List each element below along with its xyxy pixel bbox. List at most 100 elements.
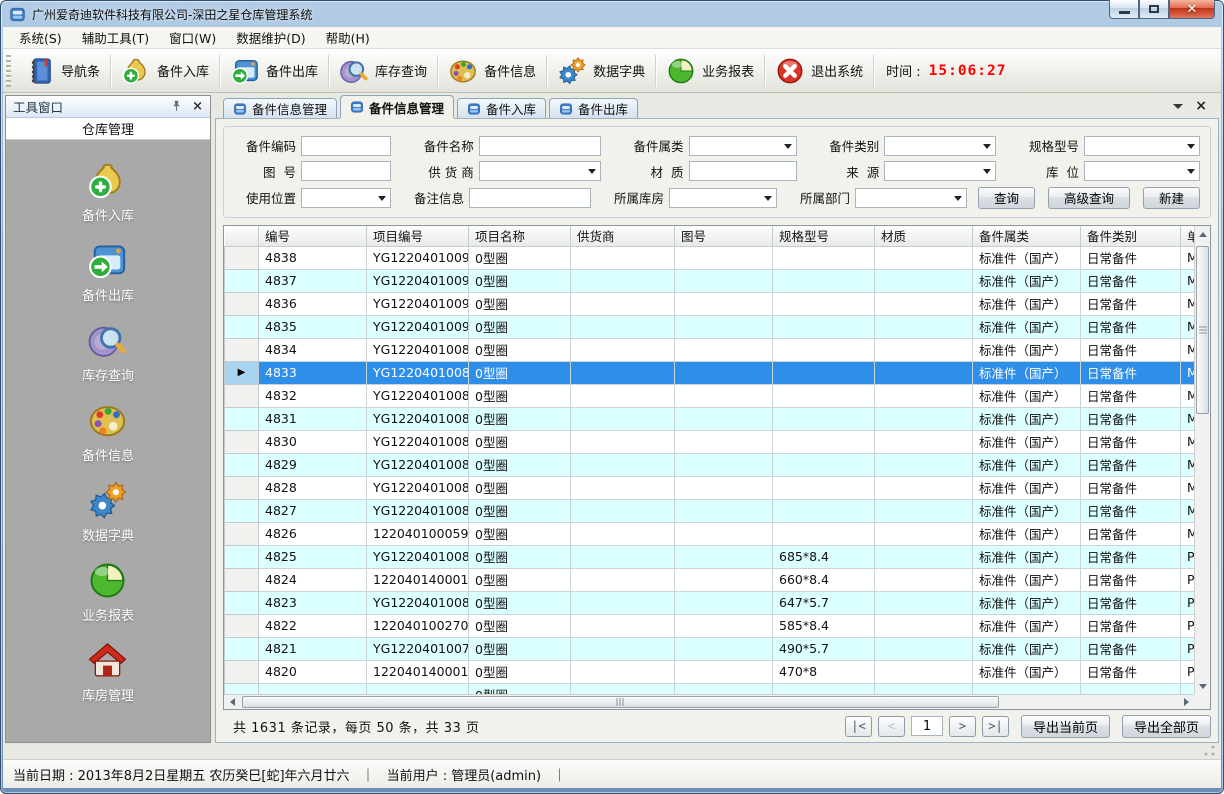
table-row[interactable]: 4837YG122040100920型圈标准件（国产）日常备件M [225,269,1195,292]
table-row[interactable]: 4825YG122040100810型圈685*8.4标准件（国产）日常备件PC [225,545,1195,568]
department-select[interactable] [855,188,967,208]
query-button[interactable]: 查询 [978,187,1035,209]
sidebar-item-parts-info[interactable]: 备件信息 [82,400,134,464]
row-selector-cell[interactable] [225,545,259,568]
row-selector-cell[interactable] [225,568,259,591]
toolbar-button-parts-info[interactable]: 备件信息 [438,52,546,90]
prev-page-button[interactable]: < [878,716,905,737]
menu-item-window[interactable]: 窗口(W) [159,26,226,49]
row-selector-cell[interactable] [225,522,259,545]
table-row[interactable]: 4827YG122040100820型圈标准件（国产）日常备件M [225,499,1195,522]
usage-position-select[interactable] [301,188,391,208]
menu-item-data-maintenance[interactable]: 数据维护(D) [226,26,315,49]
table-row[interactable]: ▶4833YG122040100880型圈标准件（国产）日常备件M [225,361,1195,384]
scroll-left-arrow[interactable] [224,695,240,709]
toolbar-button-parts-out[interactable]: 备件出库 [220,52,328,90]
sidebar-item-data-dict[interactable]: 数据字典 [82,480,134,544]
next-page-button[interactable]: > [949,716,976,737]
row-selector-cell[interactable] [225,384,259,407]
menu-item-system[interactable]: 系统(S) [9,26,72,49]
table-row[interactable]: 4834YG122040100890型圈标准件（国产）日常备件M [225,338,1195,361]
sidebar-item-parts-in[interactable]: 备件入库 [82,160,134,224]
row-selector-cell[interactable] [225,683,259,694]
toolbar-button-report[interactable]: 业务报表 [656,52,764,90]
scroll-up-arrow[interactable] [1195,226,1210,242]
table-row[interactable]: 4836YG122040100910型圈标准件（国产）日常备件M [225,292,1195,315]
column-header-part-type[interactable]: 备件类别 [1081,226,1181,246]
row-selector-cell[interactable] [225,269,259,292]
toolbar-button-data-dict[interactable]: 数据字典 [547,52,655,90]
maximize-button[interactable] [1139,0,1169,19]
title-bar[interactable]: 广州爱奇迪软件科技有限公司-深田之星仓库管理系统 ✕ [1,1,1223,27]
sidebar-close-icon[interactable]: × [192,100,203,113]
table-row[interactable]: 4829YG122040100840型圈标准件（国产）日常备件M [225,453,1195,476]
location-select[interactable] [1084,161,1200,181]
column-header-project-name[interactable]: 项目名称 [469,226,571,246]
tab-list-dropdown-icon[interactable] [1173,104,1183,109]
row-selector-cell[interactable] [225,292,259,315]
close-button[interactable]: ✕ [1169,0,1215,19]
toolbar-grip[interactable] [6,55,11,87]
row-selector-cell[interactable] [225,315,259,338]
row-selector-cell[interactable] [225,591,259,614]
column-header-drawing-no[interactable]: 图号 [675,226,773,246]
last-page-button[interactable]: >| [982,716,1009,737]
table-row[interactable]: 4831YG122040100860型圈标准件（国产）日常备件M [225,407,1195,430]
new-button[interactable]: 新建 [1143,187,1200,209]
tab-parts-info-mgmt-2[interactable]: 备件信息管理 [340,95,454,118]
supplier-select[interactable] [479,161,601,181]
table-row[interactable]: 4828YG122040100830型圈标准件（国产）日常备件M [225,476,1195,499]
row-selector-cell[interactable] [225,660,259,683]
menu-item-help[interactable]: 帮助(H) [316,26,380,49]
tab-parts-in[interactable]: 备件入库 [457,98,546,118]
horizontal-scrollbar[interactable] [224,694,1194,709]
remark-input[interactable] [469,188,591,208]
toolbar-button-nav-bar[interactable]: 导航条 [15,52,110,90]
source-select[interactable] [884,161,996,181]
tab-parts-info-mgmt-1[interactable]: 备件信息管理 [223,98,337,118]
column-header-supplier[interactable]: 供货商 [571,226,675,246]
toolbar-button-stock-query[interactable]: 库存查询 [329,52,437,90]
column-header-part-category[interactable]: 备件属类 [973,226,1081,246]
sidebar-item-warehouse[interactable]: 库房管理 [82,640,134,704]
table-row[interactable]: 4835YG122040100900型圈标准件（国产）日常备件M [225,315,1195,338]
column-header-material[interactable]: 材质 [875,226,973,246]
toolbar-button-exit[interactable]: 退出系统 [765,52,873,90]
vertical-scrollbar[interactable] [1194,226,1210,694]
tab-close-icon[interactable]: × [1195,99,1207,113]
table-row[interactable]: 4832YG122040100870型圈标准件（国产）日常备件M [225,384,1195,407]
row-selector-cell[interactable] [225,407,259,430]
horizontal-scroll-thumb[interactable] [242,696,999,708]
row-selector-cell[interactable] [225,637,259,660]
column-header-unit[interactable]: 单位 [1181,226,1195,246]
part-type-select[interactable] [884,136,996,156]
warehouse-select[interactable] [669,188,777,208]
spec-model-select[interactable] [1084,136,1200,156]
sidebar-group-title[interactable]: 仓库管理 [6,118,210,140]
row-selector-cell[interactable] [225,476,259,499]
row-selector-cell[interactable] [225,246,259,269]
table-row[interactable]: 482012204014000130型圈470*8标准件（国产）日常备件PC [225,660,1195,683]
tab-parts-out[interactable]: 备件出库 [549,98,638,118]
minimize-button[interactable] [1109,0,1139,19]
part-category-select[interactable] [689,136,797,156]
advanced-query-button[interactable]: 高级查询 [1048,187,1130,209]
row-selector-cell[interactable] [225,338,259,361]
pin-icon[interactable] [170,100,183,113]
sidebar-header[interactable]: 工具窗口 × [6,96,210,118]
sidebar-item-stock-query[interactable]: 库存查询 [82,320,134,384]
scroll-down-arrow[interactable] [1195,678,1210,694]
vertical-scroll-thumb[interactable] [1196,246,1209,414]
page-input[interactable] [911,716,943,736]
row-selector-cell[interactable] [225,499,259,522]
table-row[interactable]: 4830YG122040100850型圈标准件（国产）日常备件M [225,430,1195,453]
table-row-partial[interactable]: 0型圈 [225,683,1195,694]
table-row[interactable]: 482612204010005990型圈标准件（国产）日常备件M [225,522,1195,545]
table-row[interactable]: 482412204014000120型圈660*8.4标准件（国产）日常备件PC [225,568,1195,591]
row-selector-cell[interactable]: ▶ [225,361,259,384]
part-name-input[interactable] [479,136,601,156]
first-page-button[interactable]: |< [845,716,872,737]
export-all-pages-button[interactable]: 导出全部页 [1122,715,1211,738]
column-header-row-selector[interactable] [225,226,259,246]
column-header-project-code[interactable]: 项目编号 [367,226,469,246]
